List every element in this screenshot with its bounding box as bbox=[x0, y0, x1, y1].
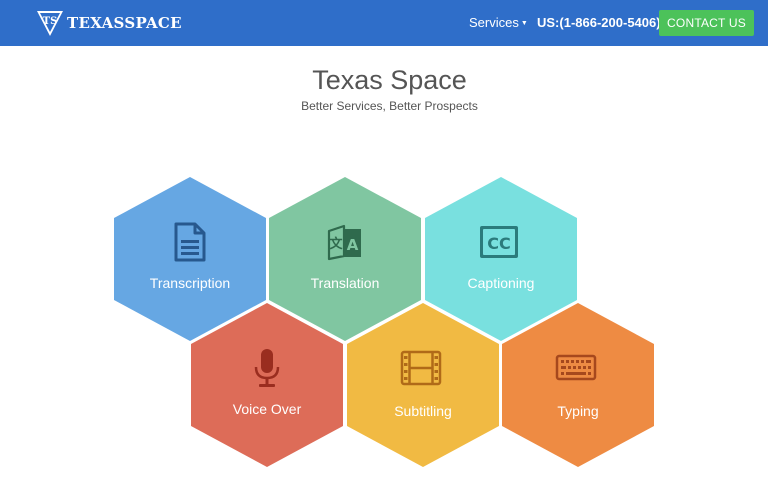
svg-text:A: A bbox=[347, 236, 359, 254]
texasspace-logo-icon: TS bbox=[37, 11, 63, 36]
document-icon bbox=[174, 222, 206, 262]
services-menu-label: Services bbox=[469, 15, 519, 30]
caret-down-icon: ▼ bbox=[520, 20, 528, 28]
top-navbar: TS TEXASSPACE Services ▼ US:(1-866-200-54… bbox=[0, 0, 768, 46]
service-label: Voice Over bbox=[232, 401, 302, 417]
svg-text:文: 文 bbox=[329, 236, 343, 252]
service-label: Captioning bbox=[467, 275, 535, 291]
svg-text:TS: TS bbox=[43, 16, 58, 27]
microphone-icon bbox=[254, 349, 280, 387]
phone-number: US:(1-866-200-5406) bbox=[537, 15, 661, 30]
svg-text:CC: CC bbox=[487, 234, 510, 253]
closed-caption-icon: CC bbox=[480, 226, 518, 258]
service-label: Typing bbox=[557, 403, 599, 419]
keyboard-icon bbox=[555, 354, 597, 381]
services-menu[interactable]: Services ▼ bbox=[469, 15, 528, 30]
service-label: Translation bbox=[310, 275, 380, 291]
film-icon bbox=[400, 350, 442, 386]
service-label: Transcription bbox=[149, 275, 231, 291]
translation-icon: 文 A bbox=[327, 224, 361, 261]
service-label: Subtitling bbox=[394, 403, 452, 419]
contact-us-button[interactable]: CONTACT US bbox=[659, 10, 754, 36]
brand-name: TEXASSPACE bbox=[67, 14, 182, 32]
brand-logo[interactable]: TS TEXASSPACE bbox=[36, 9, 182, 37]
page-subtitle: Better Services, Better Prospects bbox=[301, 99, 478, 113]
page-title: Texas Space bbox=[312, 65, 467, 95]
